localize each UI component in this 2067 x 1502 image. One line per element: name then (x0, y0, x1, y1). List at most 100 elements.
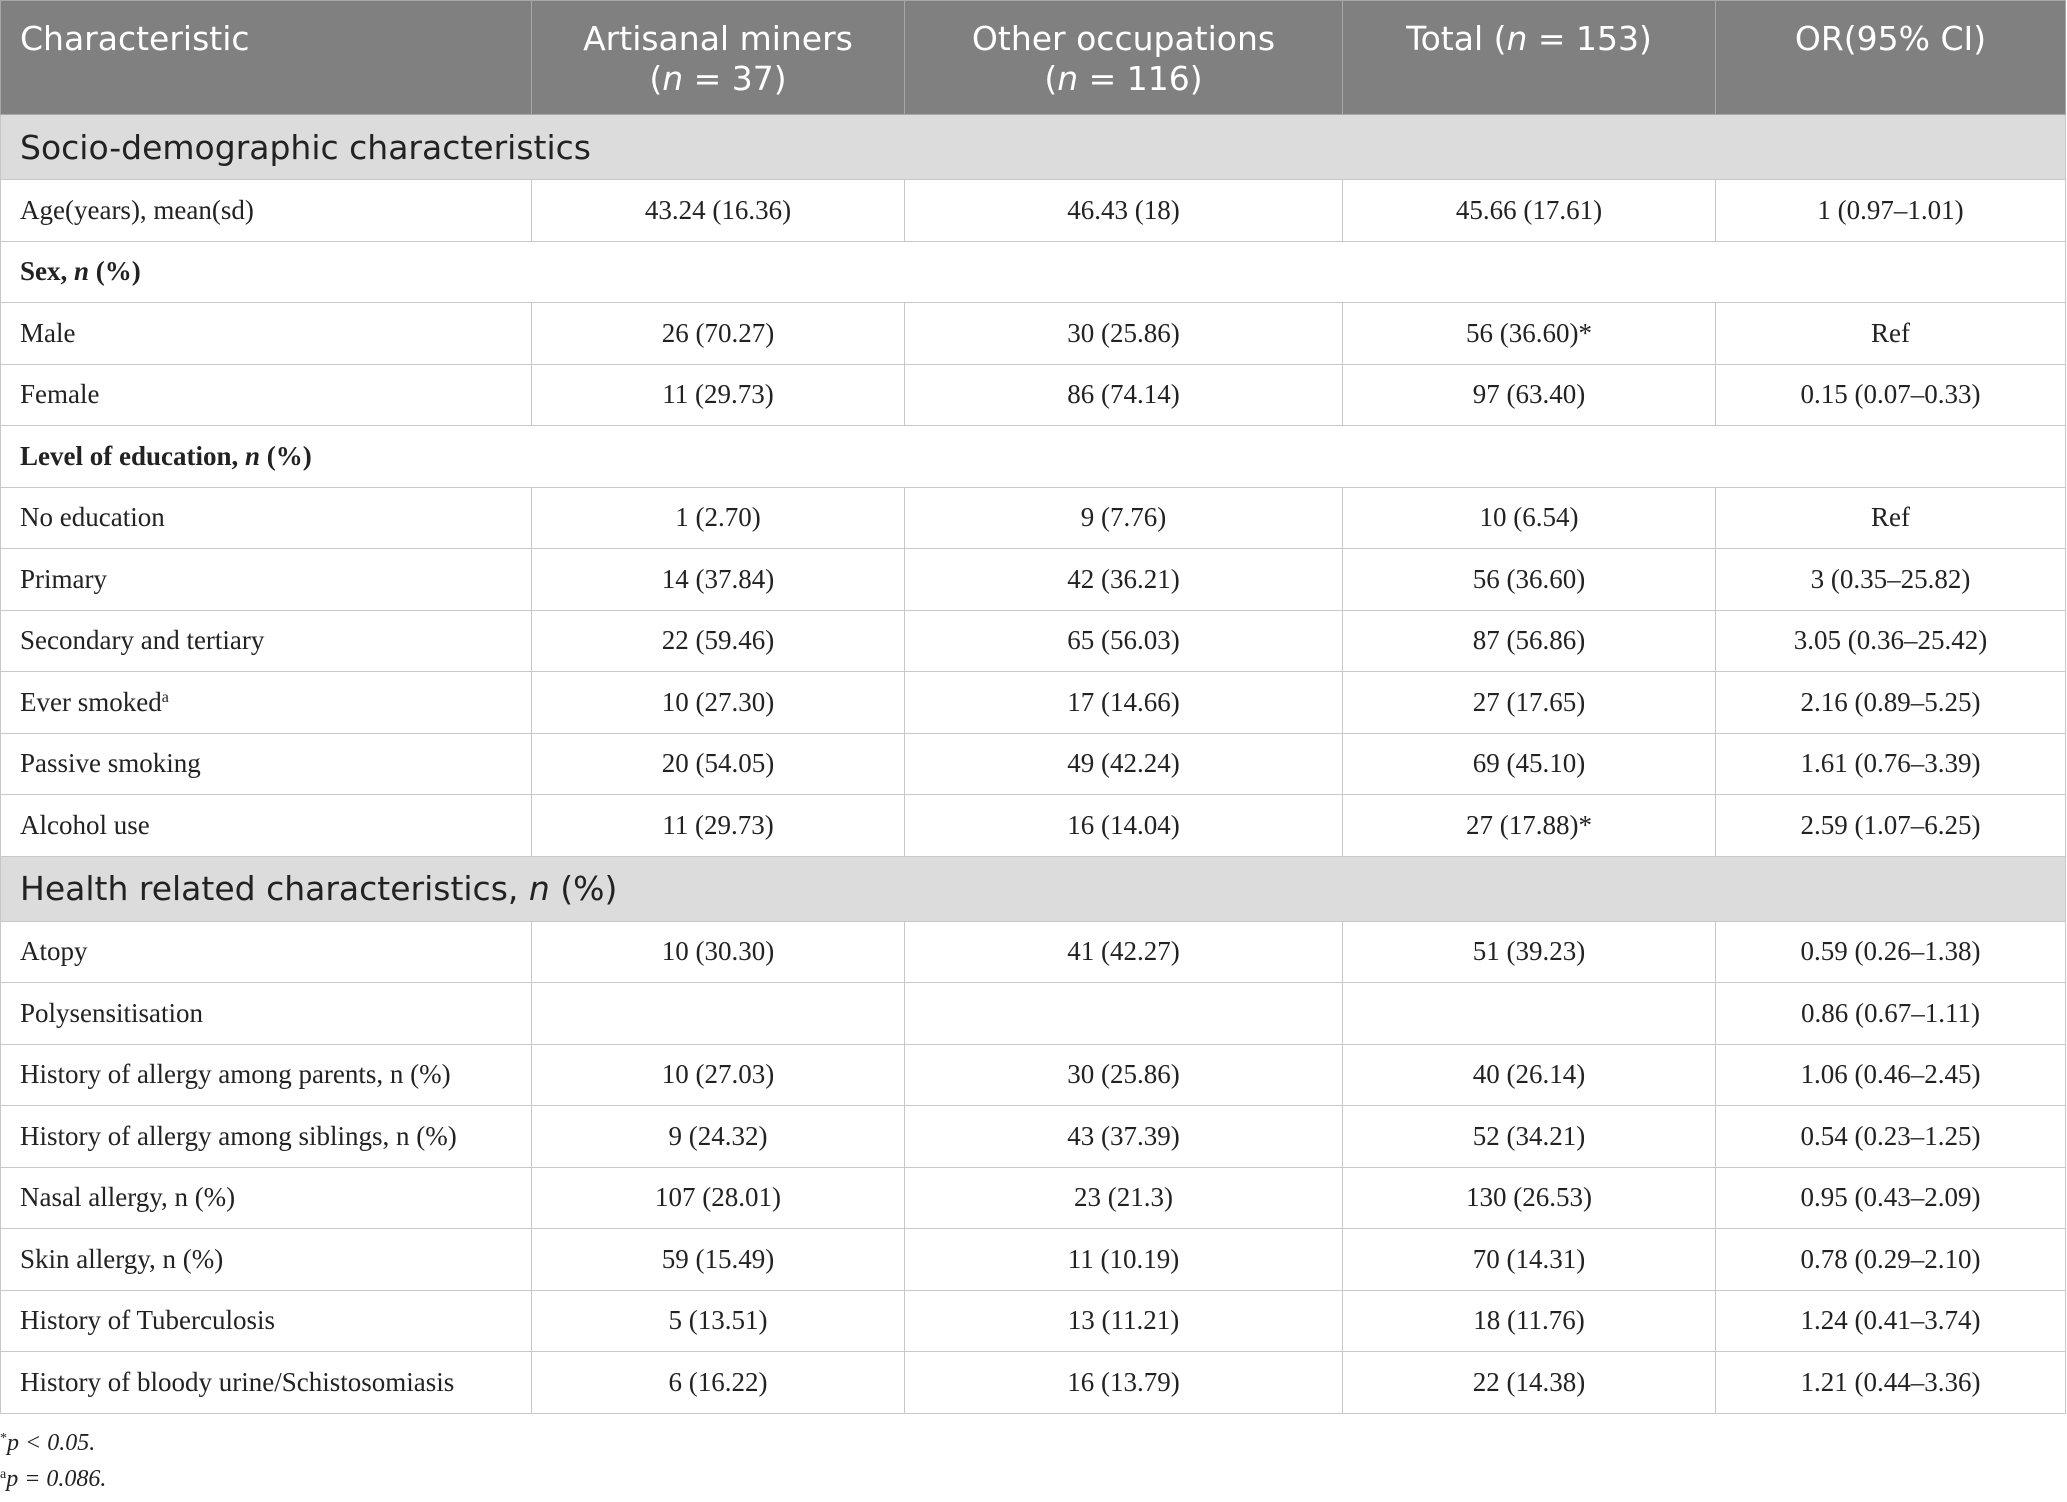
header-miners-title: Artisanal miners (583, 19, 853, 58)
subhead-row-education: Level of education, n (%) (0, 425, 2066, 488)
section-row-socio: Socio-demographic characteristics (0, 114, 2066, 180)
row-label: Nasal allergy, n (%) (0, 1166, 532, 1229)
table-row: Skin allergy, n (%) 59 (15.49) 11 (10.19… (0, 1228, 2066, 1291)
row-label: History of Tuberculosis (0, 1289, 532, 1352)
cell-total: 70 (14.31) (1342, 1228, 1716, 1291)
cell-other: 42 (36.21) (904, 548, 1343, 611)
cell-or: 2.59 (1.07–6.25) (1715, 794, 2066, 857)
table-row: Male 26 (70.27) 30 (25.86) 56 (36.60)* R… (0, 302, 2066, 365)
cell-or: 1.06 (0.46–2.45) (1715, 1043, 2066, 1106)
subhead-sex-text: Sex, (20, 256, 74, 287)
cell-miners: 10 (27.30) (531, 671, 905, 734)
cell-other: 13 (11.21) (904, 1289, 1343, 1352)
section-health-suffix: (%) (549, 869, 618, 908)
cell-other: 17 (14.66) (904, 671, 1343, 734)
footnote-mark-a: a (161, 688, 169, 706)
cell-total: 56 (36.60)* (1342, 302, 1716, 365)
cell-miners: 20 (54.05) (531, 732, 905, 795)
table-row: Nasal allergy, n (%) 107 (28.01) 23 (21.… (0, 1166, 2066, 1229)
table-footnotes: *p < 0.05. ap = 0.086. (0, 1425, 106, 1497)
table-row: Atopy 10 (30.30) 41 (42.27) 51 (39.23) 0… (0, 920, 2066, 983)
subhead-education-text: Level of education, (20, 440, 245, 471)
cell-miners: 11 (29.73) (531, 363, 905, 426)
cell-total: 97 (63.40) (1342, 363, 1716, 426)
row-label: Atopy (0, 920, 532, 983)
cell-other: 49 (42.24) (904, 732, 1343, 795)
cell-miners: 14 (37.84) (531, 548, 905, 611)
row-label: Ever smokeda (0, 671, 532, 734)
subhead-education-n: n (244, 440, 261, 471)
subhead-education-suffix: (%) (260, 440, 312, 471)
table-row: History of allergy among siblings, n (%)… (0, 1105, 2066, 1168)
header-other-count: = 116) (1078, 59, 1203, 98)
cell-other: 41 (42.27) (904, 920, 1343, 983)
cell-other: 16 (14.04) (904, 794, 1343, 857)
row-label: History of allergy among parents, n (%) (0, 1043, 532, 1106)
section-title-socio: Socio-demographic characteristics (0, 114, 2066, 180)
table-row: Secondary and tertiary 22 (59.46) 65 (56… (0, 609, 2066, 672)
table-row: Polysensitisation 0.86 (0.67–1.11) (0, 982, 2066, 1045)
header-row: Characteristic Artisanal miners (n = 37) … (0, 0, 2066, 115)
row-label: Male (0, 302, 532, 365)
row-label: Secondary and tertiary (0, 609, 532, 672)
row-label: Age(years), mean(sd) (0, 179, 532, 242)
header-total-prefix: Total ( (1406, 19, 1507, 58)
subhead-education: Level of education, n (%) (0, 425, 2066, 488)
cell-miners: 1 (2.70) (531, 486, 905, 549)
header-miners-n: n (662, 59, 684, 98)
row-label: Skin allergy, n (%) (0, 1228, 532, 1291)
cell-or: 0.15 (0.07–0.33) (1715, 363, 2066, 426)
cell-or: 0.86 (0.67–1.11) (1715, 982, 2066, 1045)
subhead-row-sex: Sex, n (%) (0, 240, 2066, 303)
row-label-text: Ever smoked (20, 686, 162, 717)
cell-other: 16 (13.79) (904, 1351, 1343, 1414)
cell-miners (531, 982, 905, 1045)
cell-miners: 107 (28.01) (531, 1166, 905, 1229)
header-total-suffix: = 153) (1527, 19, 1652, 58)
cell-miners: 43.24 (16.36) (531, 179, 905, 242)
cell-total: 45.66 (17.61) (1342, 179, 1716, 242)
cell-miners: 22 (59.46) (531, 609, 905, 672)
row-label: Polysensitisation (0, 982, 532, 1045)
cell-total: 10 (6.54) (1342, 486, 1716, 549)
cell-total: 69 (45.10) (1342, 732, 1716, 795)
cell-other: 23 (21.3) (904, 1166, 1343, 1229)
row-label: Passive smoking (0, 732, 532, 795)
cell-other: 43 (37.39) (904, 1105, 1343, 1168)
cell-other: 46.43 (18) (904, 179, 1343, 242)
table-row: Ever smokeda 10 (27.30) 17 (14.66) 27 (1… (0, 671, 2066, 734)
cell-or: 1.21 (0.44–3.36) (1715, 1351, 2066, 1414)
table-row: Alcohol use 11 (29.73) 16 (14.04) 27 (17… (0, 794, 2066, 857)
header-other-occupations: Other occupations (n = 116) (904, 0, 1343, 115)
cell-miners: 11 (29.73) (531, 794, 905, 857)
header-odds-ratio: OR(95% CI) (1715, 0, 2066, 115)
section-title-health: Health related characteristics, n (%) (0, 855, 2066, 922)
footnote-star-text: p < 0.05. (7, 1430, 96, 1456)
row-label: Female (0, 363, 532, 426)
section-health-prefix: Health related characteristics, (20, 869, 529, 908)
cell-or: Ref (1715, 302, 2066, 365)
footnote-smoking: ap = 0.086. (0, 1461, 106, 1497)
row-label: History of allergy among siblings, n (%) (0, 1105, 532, 1168)
row-label: Primary (0, 548, 532, 611)
subhead-sex: Sex, n (%) (0, 240, 2066, 303)
cell-total: 27 (17.88)* (1342, 794, 1716, 857)
cell-miners: 6 (16.22) (531, 1351, 905, 1414)
table-row: Age(years), mean(sd) 43.24 (16.36) 46.43… (0, 179, 2066, 242)
cell-or: 3.05 (0.36–25.42) (1715, 609, 2066, 672)
header-artisanal-miners: Artisanal miners (n = 37) (531, 0, 905, 115)
cell-total: 27 (17.65) (1342, 671, 1716, 734)
cell-other: 30 (25.86) (904, 1043, 1343, 1106)
header-total-n: n (1506, 19, 1528, 58)
cell-or: 1.61 (0.76–3.39) (1715, 732, 2066, 795)
cell-miners: 9 (24.32) (531, 1105, 905, 1168)
table-row: History of Tuberculosis 5 (13.51) 13 (11… (0, 1289, 2066, 1352)
cell-miners: 59 (15.49) (531, 1228, 905, 1291)
cell-other: 11 (10.19) (904, 1228, 1343, 1291)
table-row: No education 1 (2.70) 9 (7.76) 10 (6.54)… (0, 486, 2066, 549)
footnote-a-text: p = 0.086. (6, 1466, 107, 1492)
cell-total: 40 (26.14) (1342, 1043, 1716, 1106)
cell-or: 3 (0.35–25.82) (1715, 548, 2066, 611)
cell-total: 18 (11.76) (1342, 1289, 1716, 1352)
cell-total: 22 (14.38) (1342, 1351, 1716, 1414)
